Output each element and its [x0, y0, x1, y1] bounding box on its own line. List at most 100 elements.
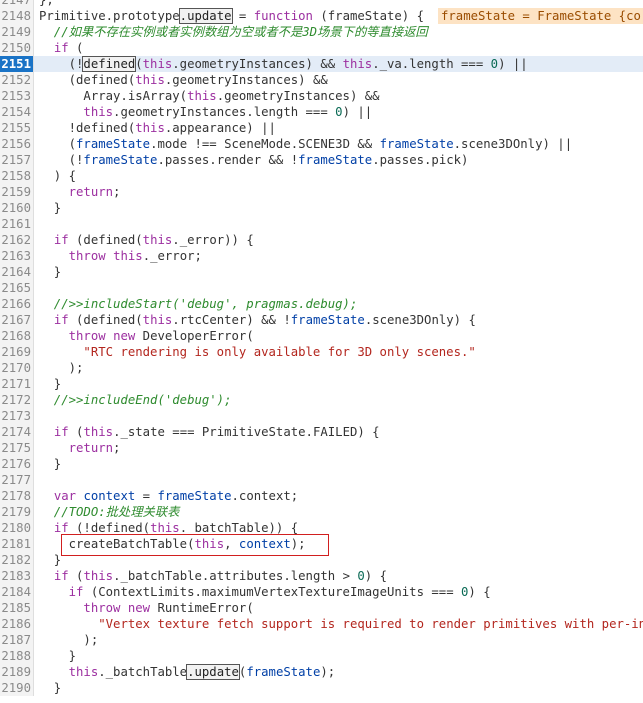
code-line-2168[interactable]: 2168 throw new DeveloperError( — [0, 328, 643, 344]
code-text: ) { — [39, 168, 76, 184]
line-number[interactable]: 2175 — [0, 440, 34, 456]
code-line-2150[interactable]: 2150 if ( — [0, 40, 643, 56]
line-number[interactable]: 2150 — [0, 40, 34, 56]
line-number[interactable]: 2186 — [0, 616, 34, 632]
code-line-2188[interactable]: 2188 } — [0, 648, 643, 664]
code-line-2165[interactable]: 2165 — [0, 280, 643, 296]
line-number[interactable]: 2156 — [0, 136, 34, 152]
code-line-2176[interactable]: 2176 } — [0, 456, 643, 472]
line-number[interactable]: 2161 — [0, 216, 34, 232]
line-number[interactable]: 2189 — [0, 664, 34, 680]
line-number[interactable]: 2172 — [0, 392, 34, 408]
code-line-2190[interactable]: 2190 } — [0, 680, 643, 696]
code-token: frameState — [83, 153, 158, 167]
line-number[interactable]: 2169 — [0, 344, 34, 360]
code-line-2155[interactable]: 2155 !defined(this.appearance) || — [0, 120, 643, 136]
line-number[interactable]: 2182 — [0, 552, 34, 568]
line-number[interactable]: 2162 — [0, 232, 34, 248]
line-number[interactable]: 2163 — [0, 248, 34, 264]
code-line-2167[interactable]: 2167 if (defined(this.rtcCenter) && !fra… — [0, 312, 643, 328]
code-line-2171[interactable]: 2171 } — [0, 376, 643, 392]
code-line-2175[interactable]: 2175 return; — [0, 440, 643, 456]
line-number[interactable]: 2187 — [0, 632, 34, 648]
code-line-2178[interactable]: 2178 var context = frameState.context; — [0, 488, 643, 504]
code-line-2180[interactable]: 2180 if (!defined(this._batchTable)) { — [0, 520, 643, 536]
code-line-2189[interactable]: 2189 this._batchTable.update(frameState)… — [0, 664, 643, 680]
line-number[interactable]: 2166 — [0, 296, 34, 312]
code-text: ); — [39, 360, 84, 376]
line-number[interactable]: 2155 — [0, 120, 34, 136]
code-line-2166[interactable]: 2166 //>>includeStart('debug', pragmas.d… — [0, 296, 643, 312]
code-line-2173[interactable]: 2173 — [0, 408, 643, 424]
line-number[interactable]: 2160 — [0, 200, 34, 216]
code-line-2182[interactable]: 2182 } — [0, 552, 643, 568]
code-line-2185[interactable]: 2185 throw new RuntimeError( — [0, 600, 643, 616]
code-line-2179[interactable]: 2179 //TODO:批处理关联表 — [0, 504, 643, 520]
code-line-2159[interactable]: 2159 return; — [0, 184, 643, 200]
code-line-2154[interactable]: 2154 this.geometryInstances.length === 0… — [0, 104, 643, 120]
line-number[interactable]: 2168 — [0, 328, 34, 344]
line-number[interactable]: 2167 — [0, 312, 34, 328]
code-line-2174[interactable]: 2174 if (this._state === PrimitiveState.… — [0, 424, 643, 440]
line-number[interactable]: 2178 — [0, 488, 34, 504]
line-number[interactable]: 2173 — [0, 408, 34, 424]
line-number[interactable]: 2170 — [0, 360, 34, 376]
line-number[interactable]: 2185 — [0, 600, 34, 616]
code-line-2147[interactable]: 2147}; — [0, 0, 643, 8]
line-number[interactable]: 2154 — [0, 104, 34, 120]
line-number[interactable]: 2188 — [0, 648, 34, 664]
code-line-2160[interactable]: 2160 } — [0, 200, 643, 216]
code-line-2187[interactable]: 2187 ); — [0, 632, 643, 648]
code-line-2148[interactable]: 2148 Primitive.prototype.update = functio… — [0, 8, 643, 24]
line-number[interactable]: 2180 — [0, 520, 34, 536]
code-line-2170[interactable]: 2170 ); — [0, 360, 643, 376]
line-number[interactable]: 2190 — [0, 680, 34, 696]
code-line-2181[interactable]: 2181 createBatchTable(this, context); — [0, 536, 643, 552]
code-line-2186[interactable]: 2186 "Vertex texture fetch support is re… — [0, 616, 643, 632]
line-number[interactable]: 2148 — [0, 8, 34, 24]
code-token: if — [53, 313, 69, 327]
code-line-2183[interactable]: 2183 if (this._batchTable.attributes.len… — [0, 568, 643, 584]
code-line-2152[interactable]: 2152 (defined(this.geometryInstances) && — [0, 72, 643, 88]
line-number[interactable]: 2171 — [0, 376, 34, 392]
line-number[interactable]: 2147 — [0, 0, 34, 8]
line-number[interactable]: 2176 — [0, 456, 34, 472]
code-line-2162[interactable]: 2162 if (defined(this._error)) { — [0, 232, 643, 248]
line-number[interactable]: 2153 — [0, 88, 34, 104]
code-line-2149[interactable]: 2149 //如果不存在实例或者实例数组为空或者不是3D场景下的等直接返回 — [0, 24, 643, 40]
code-line-2169[interactable]: 2169 "RTC rendering is only available fo… — [0, 344, 643, 360]
line-number[interactable]: 2152 — [0, 72, 34, 88]
line-number[interactable]: 2164 — [0, 264, 34, 280]
line-number[interactable]: 2174 — [0, 424, 34, 440]
code-line-2157[interactable]: 2157 (!frameState.passes.render && !fram… — [0, 152, 643, 168]
line-number[interactable]: 2179 — [0, 504, 34, 520]
line-number[interactable]: 2177 — [0, 472, 34, 488]
line-number[interactable]: 2183 — [0, 568, 34, 584]
code-line-2158[interactable]: 2158 ) { — [0, 168, 643, 184]
line-number[interactable]: 2149 — [0, 24, 34, 40]
line-number[interactable]: 2158 — [0, 168, 34, 184]
code-line-2151[interactable]: 2151 (!defined(this.geometryInstances) &… — [0, 56, 643, 72]
code-token: defined — [82, 56, 137, 72]
line-number[interactable]: 2159 — [0, 184, 34, 200]
code-line-2161[interactable]: 2161 — [0, 216, 643, 232]
code-line-2156[interactable]: 2156 (frameState.mode !== SceneMode.SCEN… — [0, 136, 643, 152]
line-number[interactable]: 2181 — [0, 536, 34, 552]
code-line-2163[interactable]: 2163 throw this._error; — [0, 248, 643, 264]
line-number[interactable]: 2151 — [0, 56, 34, 72]
code-token: ( — [39, 137, 77, 151]
line-number[interactable]: 2165 — [0, 280, 34, 296]
code-token: RuntimeError( — [150, 601, 254, 615]
code-line-2184[interactable]: 2184 if (ContextLimits.maximumVertexText… — [0, 584, 643, 600]
code-line-2164[interactable]: 2164 } — [0, 264, 643, 280]
code-line-2177[interactable]: 2177 — [0, 472, 643, 488]
code-token: .rtcCenter) && ! — [172, 313, 291, 327]
line-number[interactable]: 2184 — [0, 584, 34, 600]
code-editor[interactable]: 2147}; 2148 Primitive.prototype.update = f… — [0, 0, 643, 703]
line-number[interactable]: 2157 — [0, 152, 34, 168]
code-line-2172[interactable]: 2172 //>>includeEnd('debug'); — [0, 392, 643, 408]
code-line-2153[interactable]: 2153 Array.isArray(this.geometryInstance… — [0, 88, 643, 104]
